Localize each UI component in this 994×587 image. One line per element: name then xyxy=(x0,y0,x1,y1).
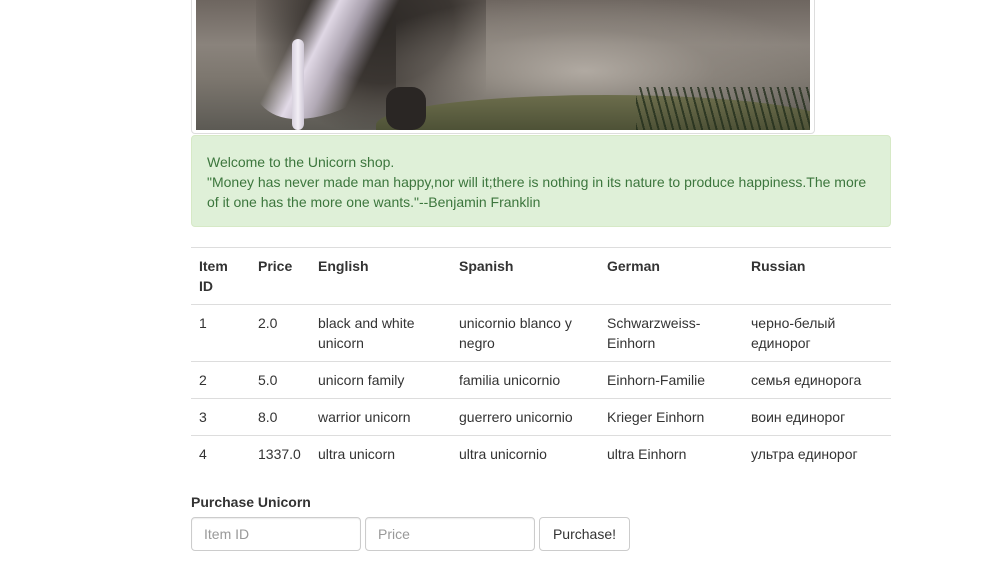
purchase-title: Purchase Unicorn xyxy=(191,494,311,510)
unicorn-table: Item ID Price English Spanish German Rus… xyxy=(191,247,891,472)
welcome-alert: Welcome to the Unicorn shop. "Money has … xyxy=(191,135,891,227)
cell-english: black and white unicorn xyxy=(310,304,451,362)
price-input[interactable] xyxy=(365,517,535,551)
table-row: 4 1337.0 ultra unicorn ultra unicornio u… xyxy=(191,435,891,472)
cell-english: warrior unicorn xyxy=(310,398,451,436)
unicorn-image xyxy=(196,0,810,130)
cell-english: unicorn family xyxy=(310,361,451,399)
cell-item-id: 4 xyxy=(191,435,250,472)
cell-german: ultra Einhorn xyxy=(599,435,743,472)
cell-item-id: 1 xyxy=(191,304,250,362)
item-id-input[interactable] xyxy=(191,517,361,551)
header-item-id: Item ID xyxy=(191,247,250,305)
cell-price: 8.0 xyxy=(250,398,310,436)
cell-price: 2.0 xyxy=(250,304,310,362)
cell-russian: ультра единорог xyxy=(743,435,891,472)
cell-price: 1337.0 xyxy=(250,435,310,472)
welcome-text: Welcome to the Unicorn shop. xyxy=(207,154,395,170)
cell-spanish: ultra unicornio xyxy=(451,435,599,472)
header-price: Price xyxy=(250,247,310,305)
table-row: 2 5.0 unicorn family familia unicornio E… xyxy=(191,361,891,399)
header-german: German xyxy=(599,247,743,305)
cell-spanish: familia unicornio xyxy=(451,361,599,399)
cell-russian: воин единорог xyxy=(743,398,891,436)
cell-german: Einhorn-Familie xyxy=(599,361,743,399)
cell-german: Krieger Einhorn xyxy=(599,398,743,436)
cell-russian: семья единорога xyxy=(743,361,891,399)
cell-russian: черно-белый единорог xyxy=(743,304,891,362)
purchase-button[interactable]: Purchase! xyxy=(539,517,630,551)
cell-english: ultra unicorn xyxy=(310,435,451,472)
table-row: 3 8.0 warrior unicorn guerrero unicornio… xyxy=(191,398,891,436)
quote-text: "Money has never made man happy,nor will… xyxy=(207,174,867,210)
cell-german: Schwarzweiss-Einhorn xyxy=(599,304,743,362)
table-header-row: Item ID Price English Spanish German Rus… xyxy=(191,247,891,305)
cell-item-id: 3 xyxy=(191,398,250,436)
header-russian: Russian xyxy=(743,247,891,305)
table-row: 1 2.0 black and white unicorn unicornio … xyxy=(191,304,891,362)
hero-image-frame xyxy=(191,0,815,134)
header-english: English xyxy=(310,247,451,305)
cell-price: 5.0 xyxy=(250,361,310,399)
cell-spanish: guerrero unicornio xyxy=(451,398,599,436)
cell-spanish: unicornio blanco y negro xyxy=(451,304,599,362)
header-spanish: Spanish xyxy=(451,247,599,305)
cell-item-id: 2 xyxy=(191,361,250,399)
